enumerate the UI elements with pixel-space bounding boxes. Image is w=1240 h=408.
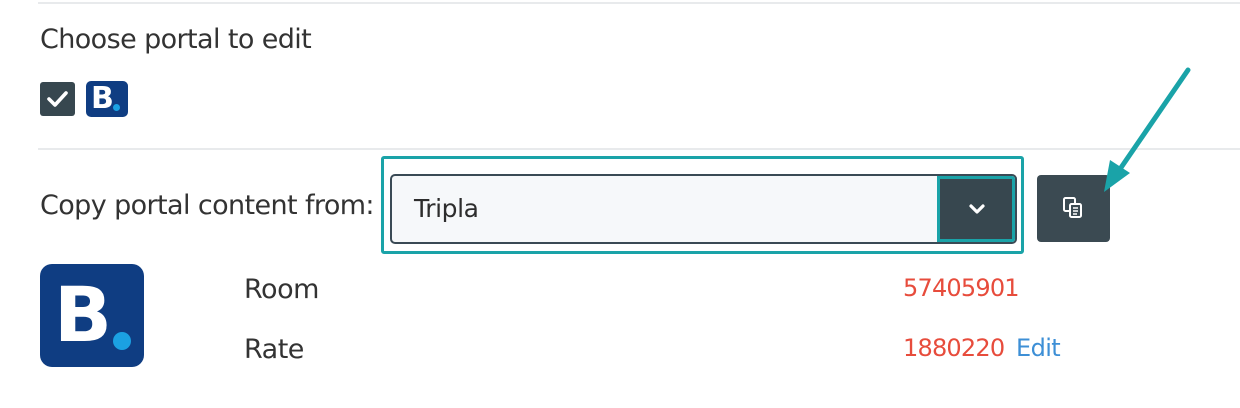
booking-logo-large-dot <box>113 332 131 350</box>
select-toggle-button[interactable] <box>937 176 1015 242</box>
copy-source-value: Tripla <box>414 194 479 223</box>
check-icon <box>47 91 68 107</box>
room-id: 57405901 <box>903 274 1020 302</box>
booking-logo-small[interactable]: B <box>86 81 128 117</box>
copy-from-label: Copy portal content from: <box>40 190 375 221</box>
booking-logo-dot <box>113 104 120 111</box>
edit-link[interactable]: Edit <box>1016 334 1061 362</box>
portal-checkbox[interactable] <box>40 82 75 116</box>
booking-logo-large: B <box>40 264 144 367</box>
choose-portal-title: Choose portal to edit <box>40 24 312 55</box>
copy-source-select[interactable]: Tripla <box>390 174 1017 244</box>
booking-logo-letter: B <box>91 81 114 116</box>
section-divider <box>38 148 1240 150</box>
chevron-down-icon <box>969 204 985 214</box>
copy-icon <box>1063 197 1082 218</box>
top-divider <box>38 2 1240 4</box>
copy-button[interactable] <box>1037 175 1110 242</box>
room-label: Room <box>244 274 319 305</box>
rate-label: Rate <box>244 334 304 365</box>
rate-id: 1880220 <box>903 334 1005 362</box>
booking-logo-large-letter: B <box>54 270 112 359</box>
